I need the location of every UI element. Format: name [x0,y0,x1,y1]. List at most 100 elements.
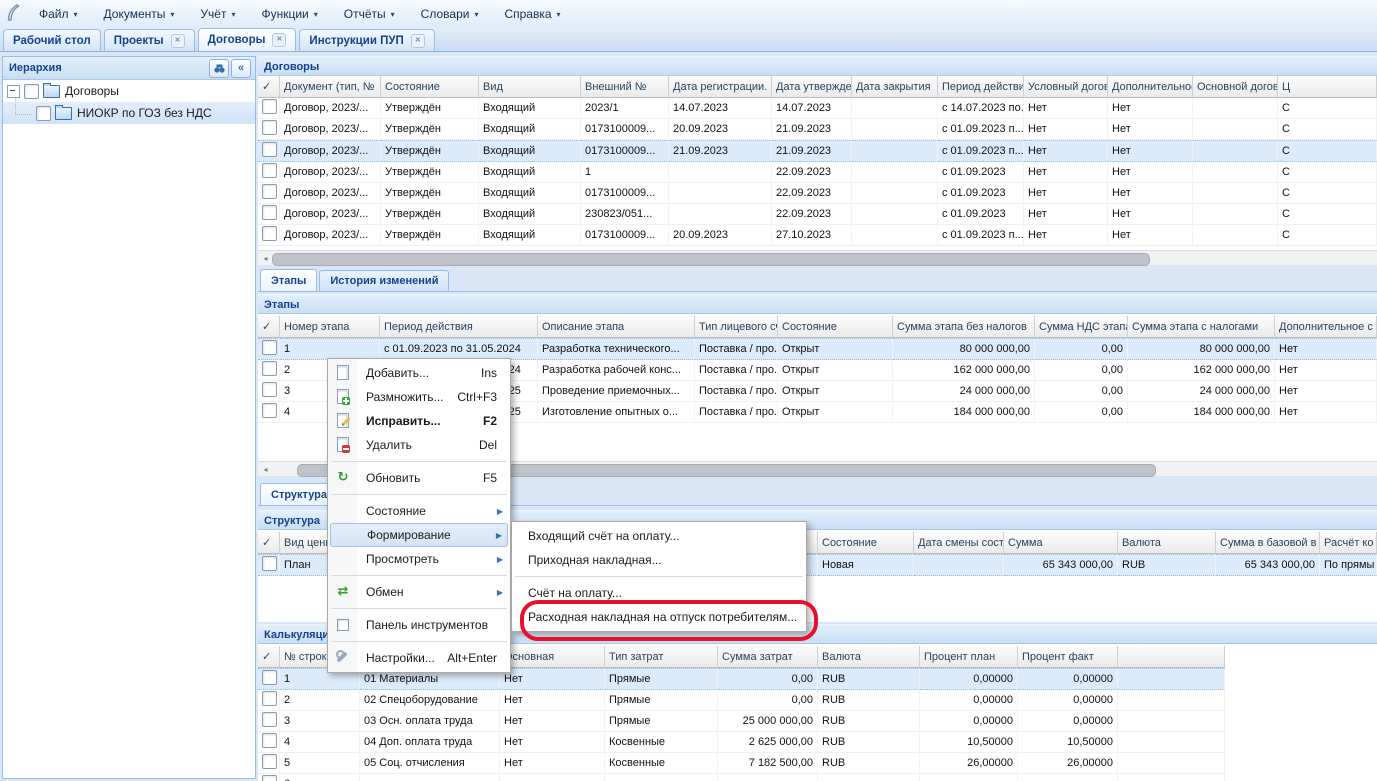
column-header[interactable]: Сумма в базовой в [1216,532,1320,554]
menu-item-prosmotret[interactable]: Просмотреть▶ [328,547,510,571]
check-column-header[interactable]: ✓ [258,316,280,338]
tree-item[interactable]: НИОКР по ГОЗ без НДС [3,102,255,124]
row-checkbox[interactable] [262,205,277,220]
menu-item-formirovanie[interactable]: Формирование▶ [330,523,508,547]
column-header[interactable]: Основная [500,646,605,668]
column-header[interactable]: Дополнительное с [1275,316,1377,338]
column-header[interactable]: Ц [1278,76,1377,98]
column-header[interactable]: Период действия.. [938,76,1024,98]
row-checkbox[interactable] [262,142,277,157]
close-icon[interactable]: ✕ [411,34,425,48]
collapse-expander-icon[interactable] [7,85,20,98]
column-header[interactable]: Дополнительное с [1108,76,1193,98]
scroll-left-icon[interactable]: ◂ [258,252,273,265]
tab-istoriya-izmeneniy[interactable]: История изменений [319,270,449,291]
column-header[interactable]: Состояние [778,316,893,338]
row-checkbox[interactable] [262,556,277,571]
tab-rabochiy-stol[interactable]: Рабочий стол [3,29,101,51]
column-header[interactable]: Валюта [818,646,920,668]
menubar-item-slovari[interactable]: Словари▾ [408,3,492,25]
row-checkbox[interactable] [262,163,277,178]
menu-item-vhodyashchiy-schet-na-oplatu[interactable]: Входящий счёт на оплату... [512,524,806,548]
column-header[interactable]: Процент факт [1018,646,1118,668]
table-row[interactable]: Договор, 2023/...УтверждёнВходящий017310… [258,119,1377,140]
menu-item-dobavit[interactable]: Добавить...Ins [328,361,510,385]
row-checkbox[interactable] [262,184,277,199]
row-checkbox[interactable] [262,99,277,114]
menu-item-prihodnaya-nakladnaya[interactable]: Приходная накладная... [512,548,806,572]
column-header[interactable]: Состояние [381,76,479,98]
column-header[interactable]: Номер этапа [280,316,380,338]
menu-item-obmen[interactable]: ⇄Обмен▶ [328,580,510,604]
column-header[interactable]: Тип затрат [605,646,718,668]
table-row[interactable]: Договор, 2023/...УтверждёнВходящий230823… [258,204,1377,225]
column-header[interactable]: Сумма этапа с налогами [1128,316,1275,338]
check-column-header[interactable]: ✓ [258,532,280,554]
menubar-item-dokumenty[interactable]: Документы▾ [91,3,188,25]
table-row[interactable]: 505 Соц. отчисленияНетКосвенные7 182 500… [258,753,1225,774]
row-checkbox[interactable] [262,361,277,376]
row-checkbox[interactable] [262,712,277,727]
contracts-hscrollbar[interactable]: ◂ [258,250,1377,265]
close-icon[interactable]: ✕ [171,34,185,48]
table-row[interactable]: Договор, 2023/...УтверждёнВходящий017310… [258,225,1377,246]
column-header[interactable]: Дата утверждения [772,76,852,98]
column-header[interactable]: Сумма [1004,532,1118,554]
column-header[interactable]: Описание этапа [538,316,695,338]
table-row[interactable]: Договор, 2023/...УтверждёнВходящий122.09… [258,162,1377,183]
check-column-header[interactable]: ✓ [258,646,280,668]
table-row[interactable]: Договор, 2023/...УтверждёнВходящий017310… [258,140,1377,162]
menu-item-nastroyki[interactable]: Настройки...Alt+Enter [328,646,510,670]
column-header[interactable]: Вид [479,76,581,98]
tree-item[interactable]: Договоры [3,80,255,102]
menu-item-ispravit[interactable]: Исправить...F2 [328,409,510,433]
menu-item-razmnozhit[interactable]: Размножить...Ctrl+F3 [328,385,510,409]
tab-dogovory[interactable]: Договоры✕ [198,28,297,51]
column-header[interactable]: Дата закрытия [852,76,938,98]
menu-item-sostoyanie[interactable]: Состояние▶ [328,499,510,523]
check-column-header[interactable]: ✓ [258,76,280,98]
row-checkbox[interactable] [262,120,277,135]
scroll-left-icon[interactable]: ◂ [258,463,273,476]
column-header[interactable]: Дата смены состо [914,532,1004,554]
column-header[interactable]: Внешний № [581,76,669,98]
close-icon[interactable]: ✕ [272,33,286,47]
menubar-item-spravka[interactable]: Справка▾ [491,3,573,25]
tab-etapy[interactable]: Этапы [260,269,317,291]
column-header[interactable]: Расчёт ко [1320,532,1377,554]
table-row[interactable]: Договор, 2023/...УтверждёнВходящий2023/1… [258,98,1377,119]
row-checkbox[interactable] [262,382,277,397]
table-row[interactable]: 303 Осн. оплата трудаНетПрямые25 000 000… [258,711,1225,732]
table-row[interactable]: 404 Доп. оплата трудаНетКосвенные2 625 0… [258,732,1225,753]
column-header[interactable]: Дата регистрации. [669,76,772,98]
tab-instrukcii-pup[interactable]: Инструкции ПУП✕ [299,29,434,51]
row-checkbox[interactable] [262,691,277,706]
column-header[interactable]: Период действия [380,316,538,338]
row-checkbox[interactable] [262,226,277,241]
row-checkbox[interactable] [262,775,277,781]
column-header[interactable]: Тип лицевого счёт [695,316,778,338]
column-header[interactable]: Сумма этапа без налогов [893,316,1035,338]
collapse-panel-button[interactable]: « [231,59,251,78]
table-row[interactable]: Договор, 2023/...УтверждёнВходящий017310… [258,183,1377,204]
menubar-item-fail[interactable]: Файл▾ [26,3,91,25]
column-header[interactable]: Состояние [818,532,914,554]
column-header[interactable]: Основной договор [1193,76,1278,98]
menubar-item-otchety[interactable]: Отчёты▾ [331,3,408,25]
menu-item-obnovit[interactable]: ↻ОбновитьF5 [328,466,510,490]
tab-proekty[interactable]: Проекты✕ [104,29,195,51]
column-header[interactable]: Сумма НДС этапа [1035,316,1128,338]
row-checkbox[interactable] [262,670,277,685]
column-header[interactable]: Документ (тип, № [280,76,381,98]
column-header[interactable]: Условный договор [1024,76,1108,98]
row-checkbox[interactable] [262,754,277,769]
column-header[interactable]: Сумма затрат [718,646,818,668]
table-row[interactable]: 1с 01.09.2023 по 31.05.2024Разработка те… [258,338,1377,360]
menu-item-panel-instrumentov[interactable]: Панель инструментов [328,613,510,637]
scrollbar-thumb[interactable] [272,253,1150,266]
row-checkbox[interactable] [262,733,277,748]
menubar-item-funkcii[interactable]: Функции▾ [248,3,330,25]
column-header[interactable]: Процент план [920,646,1018,668]
table-row[interactable]: 202 СпецоборудованиеНетПрямые0,00RUB0,00… [258,690,1225,711]
menubar-item-uchet[interactable]: Учёт▾ [187,3,248,25]
